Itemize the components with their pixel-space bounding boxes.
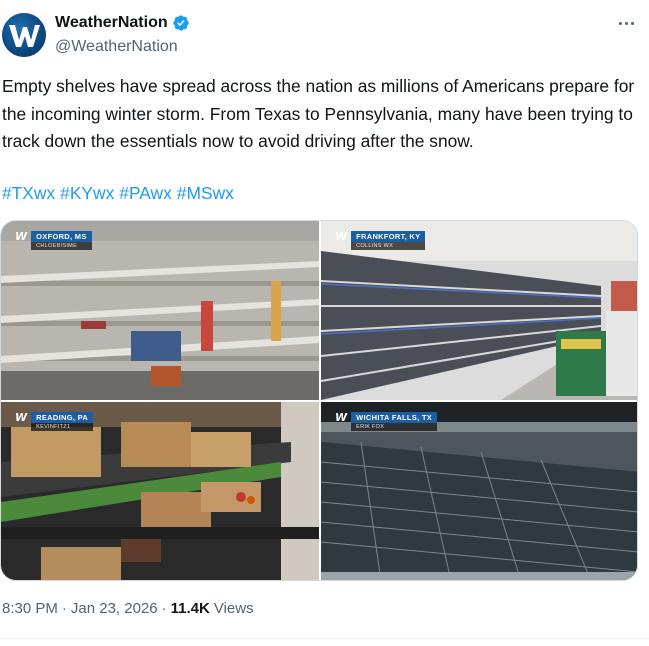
- weathernation-logo-icon: W: [15, 411, 28, 424]
- weathernation-logo-icon: W: [335, 230, 348, 243]
- weathernation-logo-icon: W: [335, 411, 348, 424]
- location-tag: W OXFORD, MS CHLOEBISIME: [15, 231, 92, 250]
- hashtag-link[interactable]: #PAwx: [119, 180, 172, 207]
- tweet-meta: 8:30 PM · Jan 23, 2026 · 11.4K Views: [2, 600, 254, 617]
- author-display-name[interactable]: WeatherNation: [55, 14, 168, 32]
- hashtag-link[interactable]: #TXwx: [2, 180, 55, 207]
- divider: [0, 638, 649, 639]
- views-count[interactable]: 11.4K: [171, 600, 210, 617]
- location-label: OXFORD, MS: [31, 231, 92, 242]
- credit-label: CHLOEBISIME: [31, 242, 92, 250]
- location-label: WICHITA FALLS, TX: [351, 412, 438, 423]
- weathernation-logo-icon: W: [15, 230, 28, 243]
- weathernation-logo-icon: [9, 25, 40, 47]
- meta-separator: ·: [161, 600, 167, 617]
- location-tag: W READING, PA KEVINFITZ1: [15, 411, 94, 431]
- credit-label: COLLINS WX: [351, 242, 426, 250]
- location-label: FRANKFORT, KY: [351, 231, 426, 242]
- verified-badge-icon: [172, 15, 189, 31]
- tweet-text: Empty shelves have spread across the nat…: [2, 76, 635, 151]
- tweet-time[interactable]: 8:30 PM: [2, 600, 58, 617]
- media-photo-oxford[interactable]: W OXFORD, MS CHLOEBISIME: [1, 221, 319, 400]
- more-options-button[interactable]: [615, 14, 637, 32]
- author-handle[interactable]: @WeatherNation: [55, 38, 178, 56]
- author-name-row: WeatherNation: [55, 14, 190, 32]
- avatar[interactable]: [2, 13, 46, 57]
- more-horizontal-icon: [618, 21, 622, 25]
- location-tag: W FRANKFORT, KY COLLINS WX: [335, 230, 426, 250]
- tweet-date[interactable]: Jan 23, 2026: [71, 600, 158, 617]
- location-label: READING, PA: [31, 412, 94, 423]
- views-label: Views: [213, 600, 254, 617]
- hashtag-link[interactable]: #MSwx: [177, 180, 234, 207]
- hashtag-link[interactable]: #KYwx: [60, 180, 114, 207]
- location-tag: W WICHITA FALLS, TX ERIK FOX: [335, 411, 438, 431]
- tweet-card: WeatherNation @WeatherNation Empty shelv…: [0, 0, 649, 646]
- meta-separator: ·: [61, 600, 67, 617]
- media-photo-frankfort[interactable]: W FRANKFORT, KY COLLINS WX: [321, 221, 637, 400]
- credit-label: ERIK FOX: [351, 423, 438, 431]
- media-grid: W OXFORD, MS CHLOEBISIME W FRANKFORT, KY…: [0, 220, 638, 581]
- credit-label: KEVINFITZ1: [31, 423, 94, 431]
- media-photo-wichita-falls[interactable]: W WICHITA FALLS, TX ERIK FOX: [321, 402, 637, 580]
- hashtag-list: #TXwx #KYwx #PAwx #MSwx: [2, 180, 234, 207]
- media-photo-reading[interactable]: W READING, PA KEVINFITZ1: [1, 402, 319, 580]
